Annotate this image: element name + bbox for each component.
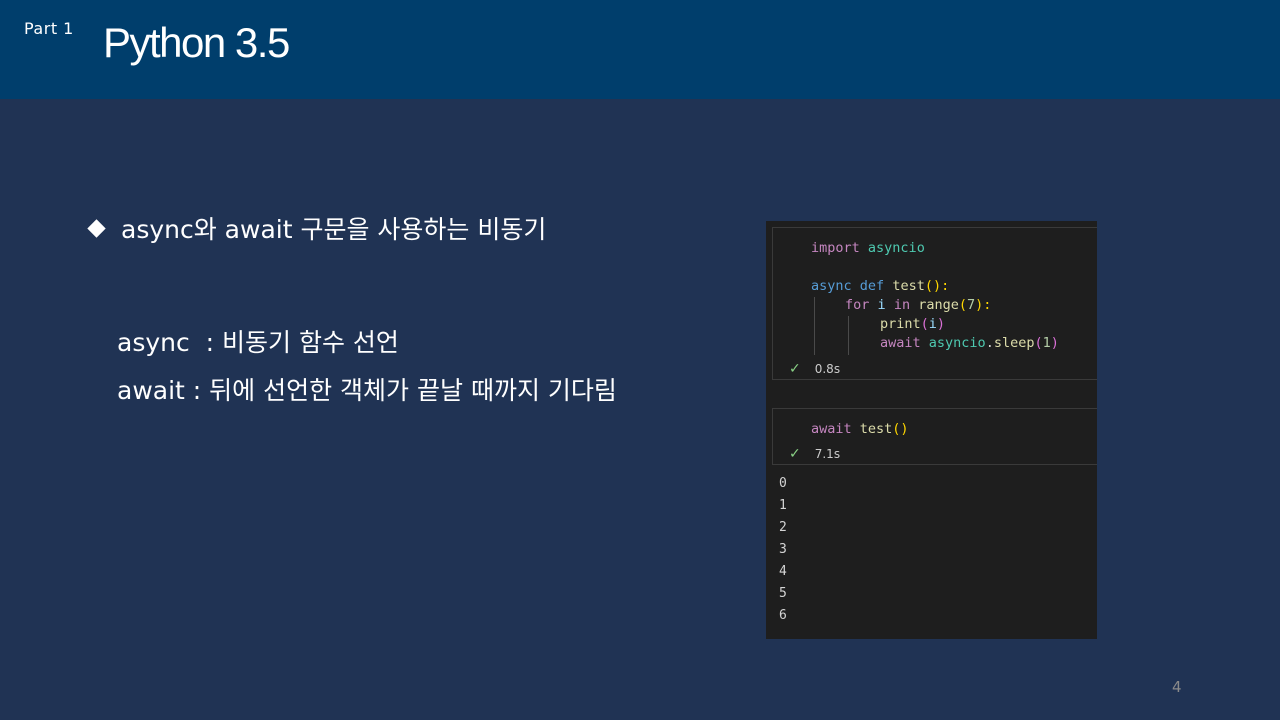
check-icon: ✓ [789, 446, 801, 462]
code-line-await-test: await test() [811, 421, 909, 437]
indent-guide [848, 316, 849, 355]
output-line: 6 [779, 608, 787, 623]
output-line: 5 [779, 586, 787, 601]
cell-2-status: ✓ 7.1s [789, 446, 840, 462]
output-line: 4 [779, 564, 787, 579]
part-label: Part 1 [24, 19, 74, 38]
check-icon: ✓ [789, 361, 801, 377]
execution-time: 0.8s [814, 362, 841, 376]
output-line: 2 [779, 520, 787, 535]
code-line-for: for i in range(7): [845, 297, 992, 313]
bullet-item: async와 await 구문을 사용하는 비동기 [86, 210, 546, 246]
code-line-await-sleep: await asyncio.sleep(1) [880, 335, 1059, 351]
indent-guide [814, 297, 815, 355]
notebook-screenshot: import asyncio async def test(): for i i… [766, 221, 1097, 639]
cell-1-status: ✓ 0.8s [789, 361, 840, 377]
code-cell-2: await test() ✓ 7.1s [772, 408, 1097, 465]
diamond-bullet-icon [87, 218, 106, 238]
output-line: 0 [779, 476, 787, 491]
code-line-print: print(i) [880, 316, 946, 332]
definition-async: async : 비동기 함수 선언 [117, 328, 399, 357]
slide-title: Python 3.5 [103, 19, 290, 66]
output-line: 1 [779, 498, 787, 513]
execution-time: 7.1s [814, 447, 841, 461]
code-line-import: import asyncio [811, 240, 925, 256]
code-cell-1: import asyncio async def test(): for i i… [772, 227, 1097, 380]
slide-header: Part 1 Python 3.5 [0, 0, 1280, 99]
bullet-text: async와 await 구문을 사용하는 비동기 [121, 215, 547, 244]
code-line-def: async def test(): [811, 278, 950, 294]
definition-await: await : 뒤에 선언한 객체가 끝날 때까지 기다림 [117, 376, 617, 405]
output-line: 3 [779, 542, 787, 557]
page-number: 4 [1172, 678, 1182, 696]
